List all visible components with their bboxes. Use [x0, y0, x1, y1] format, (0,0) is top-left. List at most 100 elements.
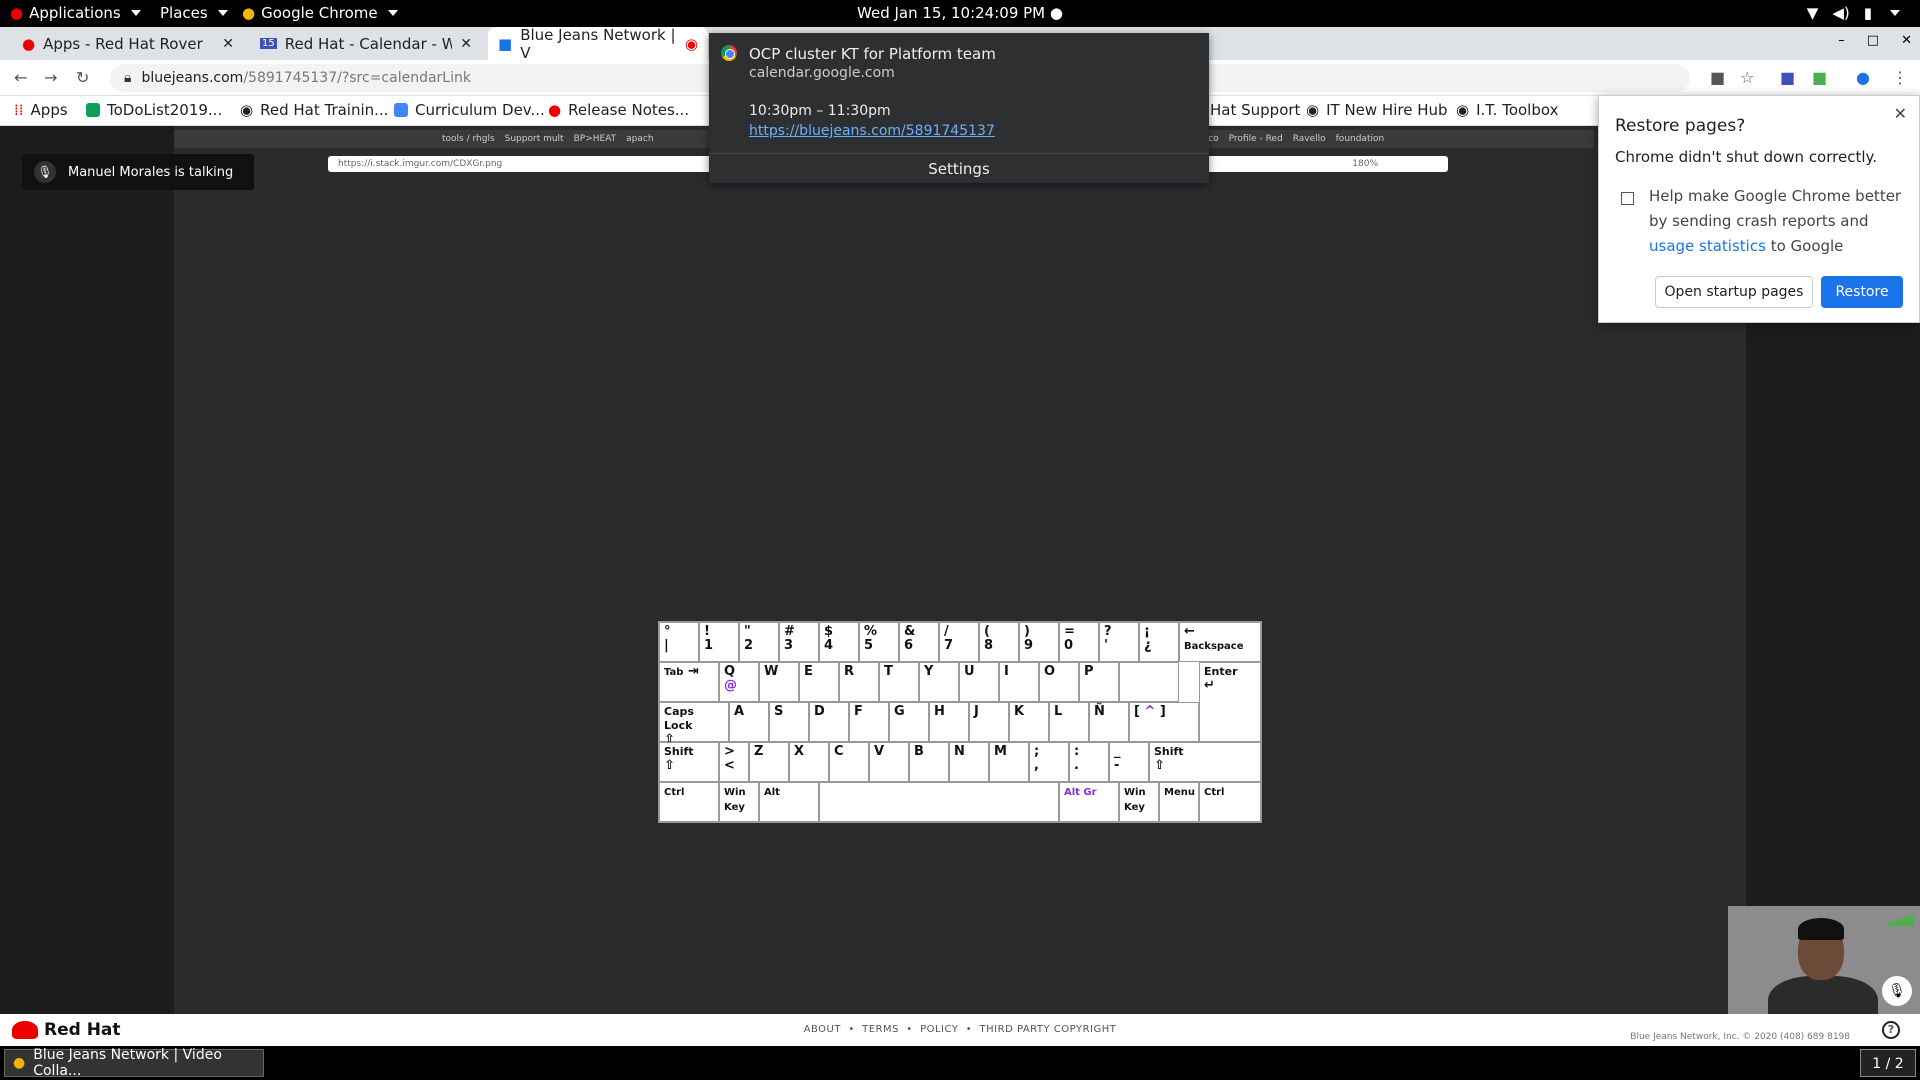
keyboard-layout-image: ° |! 1 " 2 #3 $4% 5 & 6/7(8) 9 = 0? ' ¡ ¿ ← Backspace Tab … [658, 621, 1262, 823]
key-plus [1119, 662, 1179, 702]
open-startup-pages-button[interactable]: Open startup pages [1655, 276, 1813, 308]
help-icon[interactable]: ? [1882, 1021, 1900, 1039]
about-link[interactable]: ABOUT [804, 1024, 841, 1035]
key-10: = 0 [1059, 622, 1099, 662]
key-menu: Menu [1159, 782, 1199, 822]
participant-hair [1798, 918, 1844, 940]
docs-icon [394, 103, 408, 117]
key-a: A [729, 702, 769, 742]
microphone-icon: 🎙︎ [34, 161, 56, 183]
bookmark-release-notes[interactable]: ● Release Notes... [548, 101, 689, 119]
notification-settings-button[interactable]: Settings [709, 153, 1209, 183]
restore-button[interactable]: Restore [1821, 276, 1903, 308]
bluejeans-favicon: ■ [498, 34, 513, 53]
calendar-notification[interactable]: OCP cluster KT for Platform team calenda… [709, 33, 1209, 183]
workspace-pager[interactable]: 1 / 2 [1860, 1049, 1916, 1077]
clock[interactable]: Wed Jan 15, 10:24:09 PM ● [0, 4, 1920, 22]
terms-link[interactable]: TERMS [862, 1024, 899, 1035]
key-y: Y [919, 662, 959, 702]
bookmark-todo[interactable]: ToDoList2019... [86, 101, 222, 119]
taskbar-window-chrome[interactable]: ● Blue Jeans Network | Video Colla... [4, 1047, 264, 1079]
window-controls: – □ ✕ [1838, 33, 1912, 48]
back-icon[interactable]: ← [14, 68, 27, 87]
maximize-icon[interactable]: □ [1867, 33, 1879, 48]
key-ñ: Ñ [1089, 702, 1129, 742]
star-icon[interactable]: ☆ [1740, 68, 1754, 87]
policy-link[interactable]: POLICY [920, 1024, 958, 1035]
key-u: U [959, 662, 999, 702]
key-9: ) 9 [1019, 622, 1059, 662]
menu-icon[interactable]: ⋮ [1892, 68, 1908, 87]
key-8: (8 [979, 622, 1019, 662]
extension-icon[interactable]: ■ [1812, 68, 1827, 87]
volume-icon: ◀) [1832, 4, 1850, 22]
key-tab: Tab ⇥ [659, 662, 719, 702]
gnome-top-bar: ● Applications Places ● Google Chrome We… [0, 0, 1920, 27]
key-4: $4 [819, 622, 859, 662]
key-1: ! 1 [699, 622, 739, 662]
bookmark-curriculum[interactable]: Curriculum Dev... [394, 101, 545, 119]
globe-icon: ◉ [240, 101, 254, 119]
mute-microphone-icon[interactable]: 🎙︎ [1882, 976, 1912, 1006]
bookmark-training[interactable]: ◉ Red Hat Trainin... [240, 101, 388, 119]
key-t: T [879, 662, 919, 702]
crash-report-checkbox[interactable] [1621, 192, 1634, 205]
key-shift-left: Shift ⇧ [659, 742, 719, 782]
bookmark-toolbox[interactable]: ◉ I.T. Toolbox [1456, 101, 1558, 119]
close-icon[interactable]: ✕ [1894, 104, 1907, 123]
tab-apps-rover[interactable]: ● Apps - Red Hat Rover ✕ [12, 27, 244, 60]
chrome-icon [721, 45, 737, 61]
tab-bluejeans[interactable]: ■ Blue Jeans Network | V ◉ [488, 26, 708, 62]
key-w: W [759, 662, 799, 702]
key-7: /7 [939, 622, 979, 662]
key-ctrl-left: Ctrl [659, 782, 719, 822]
key-b: B [909, 742, 949, 782]
key-caps-lock: Caps Lock ⇧ [659, 702, 729, 747]
bookmark-apps[interactable]: ⁞⁞ Apps [14, 101, 68, 119]
globe-icon: ◉ [1306, 101, 1320, 119]
bookmark-support[interactable]: Hat Support [1210, 101, 1300, 119]
key-f: F [849, 702, 889, 742]
system-tray[interactable]: ▼ ◀) ▮ [1807, 4, 1900, 22]
key-shift-right: Shift ⇧ [1149, 742, 1261, 782]
tab-calendar[interactable]: 15 Red Hat - Calendar - Week ✕ [250, 27, 482, 60]
close-tab-icon[interactable]: ✕ [460, 36, 472, 52]
key-win-right: Win Key [1119, 782, 1159, 822]
recording-icon: ◉ [684, 34, 698, 53]
calendar-favicon: 15 [260, 38, 277, 49]
key-bracket: [ ^ ] [1129, 702, 1199, 742]
restore-pages-dialog: Restore pages? ✕ Chrome didn't shut down… [1598, 95, 1920, 323]
extension-icon[interactable]: ■ [1780, 68, 1795, 87]
close-tab-icon[interactable]: ✕ [222, 36, 234, 52]
key-11: ? ' [1099, 622, 1139, 662]
key-0: ° | [659, 622, 699, 662]
key-g: G [889, 702, 929, 742]
minimize-icon[interactable]: – [1838, 33, 1845, 48]
key-k: K [1009, 702, 1049, 742]
redhat-favicon: ● [22, 34, 36, 53]
forward-icon[interactable]: → [44, 68, 57, 87]
third-party-link[interactable]: THIRD PARTY COPYRIGHT [980, 1024, 1117, 1035]
usage-statistics-link[interactable]: usage statistics [1649, 237, 1766, 255]
redhat-icon: ● [548, 101, 562, 119]
crash-report-label: Help make Google Chrome better by sendin… [1649, 187, 1902, 255]
key-space [819, 782, 1059, 822]
key-5: % 5 [859, 622, 899, 662]
self-view-video[interactable]: ▂▄▆ 🎙︎ [1728, 906, 1920, 1014]
key-12: ¡ ¿ [1139, 622, 1179, 662]
key-x: X [789, 742, 829, 782]
active-speaker-indicator: 🎙︎ Manuel Morales is talking [22, 154, 254, 190]
close-window-icon[interactable]: ✕ [1901, 33, 1912, 48]
key-s: S [769, 702, 809, 742]
camera-indicator-icon[interactable]: ■ [1710, 68, 1725, 87]
sheets-icon [86, 103, 100, 117]
profile-avatar[interactable]: ● [1856, 68, 1870, 87]
key-o: O [1039, 662, 1079, 702]
bookmark-new-hire[interactable]: ◉ IT New Hire Hub [1306, 101, 1448, 119]
key-j: J [969, 702, 1009, 742]
key-angle: > < [719, 742, 749, 782]
reload-icon[interactable]: ↻ [76, 68, 89, 87]
meeting-link[interactable]: https://bluejeans.com/5891745137 [749, 123, 995, 139]
key-d: D [809, 702, 849, 742]
key-c: C [829, 742, 869, 782]
